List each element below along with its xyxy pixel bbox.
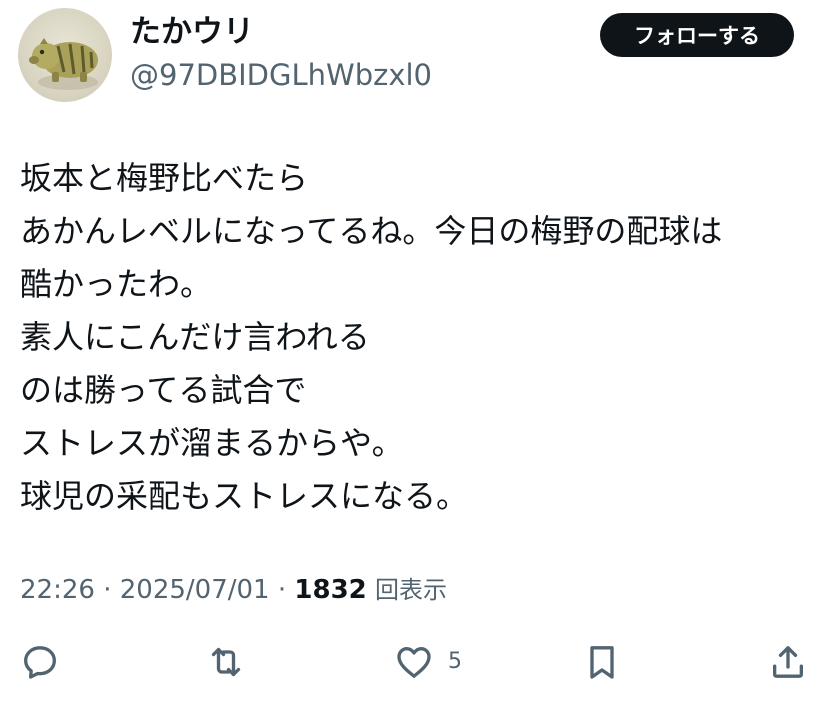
user-handle[interactable]: @97DBIDGLhWbzxl0 (130, 56, 432, 94)
views-count: 1832 (294, 575, 367, 605)
like-count: 5 (448, 649, 462, 674)
bookmark-button[interactable] (582, 640, 622, 684)
meta-separator: · (269, 575, 295, 605)
display-name[interactable]: たかウリ (130, 12, 254, 52)
follow-button[interactable]: フォローする (600, 13, 794, 57)
meta-separator: · (94, 575, 120, 605)
action-bar: 5 (0, 632, 828, 692)
tweet-text: 坂本と梅野比べたら あかんレベルになってるね。今日の梅野の配球は 酷かったわ。 … (20, 152, 810, 523)
bookmark-icon (590, 646, 614, 679)
retweet-button[interactable] (206, 640, 246, 684)
tweet-line: あかんレベルになってるね。今日の梅野の配球は (20, 212, 723, 250)
share-icon (773, 646, 803, 678)
views-label: 回表示 (375, 576, 448, 604)
tweet-line: のは勝ってる試合で (20, 371, 307, 409)
tweet-line: ストレスが溜まるからや。 (20, 424, 404, 462)
retweet-icon (211, 647, 241, 677)
avatar[interactable] (18, 8, 112, 102)
tweet-date[interactable]: 2025/07/01 (120, 575, 270, 605)
reply-icon (24, 646, 56, 679)
tweet-line: 素人にこんだけ言われる (20, 318, 370, 356)
tweet-meta: 22:26 · 2025/07/01 · 1832 回表示 (20, 570, 447, 610)
heart-icon (397, 647, 431, 678)
share-button[interactable] (768, 640, 808, 684)
reply-button[interactable] (20, 640, 60, 684)
avatar-image (29, 38, 98, 90)
tweet-time[interactable]: 22:26 (20, 575, 95, 605)
tweet-line: 坂本と梅野比べたら (20, 159, 309, 197)
tweet-line: 酷かったわ。 (20, 265, 213, 303)
tweet-line: 球児の采配もストレスになる。 (20, 477, 469, 515)
like-button[interactable]: 5 (394, 640, 462, 684)
